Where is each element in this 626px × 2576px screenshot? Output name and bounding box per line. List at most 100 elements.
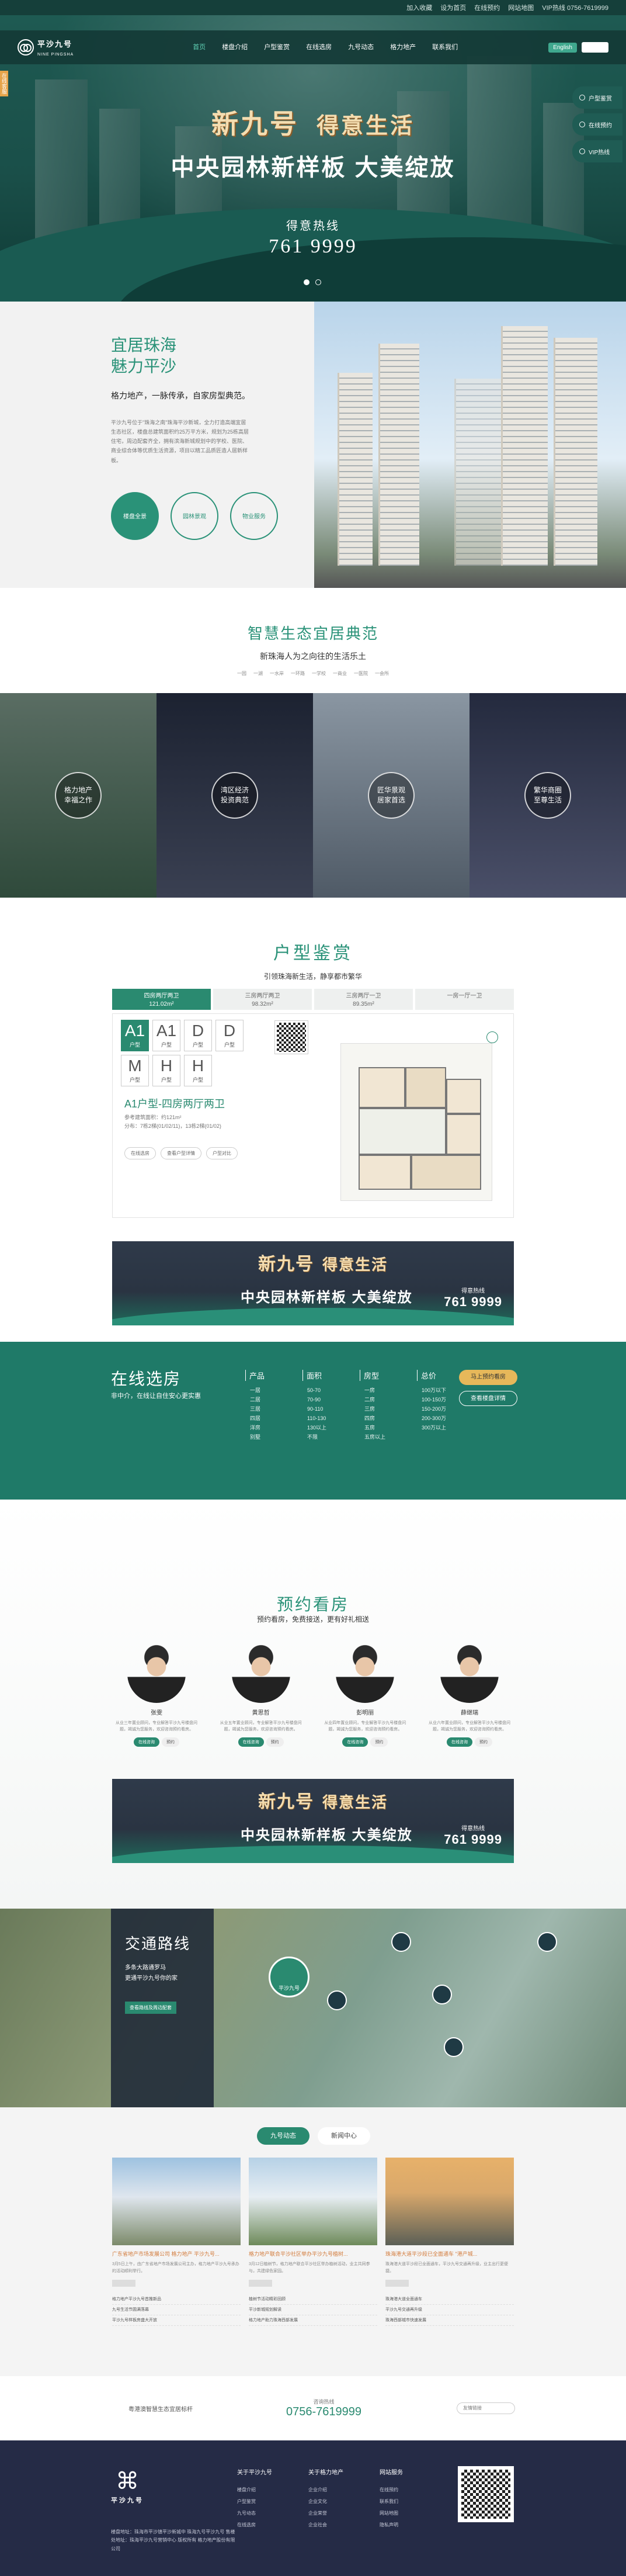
top-bar: 加入收藏 设为首页 在线预约 网站地图 VIP热线 0756-7619999 — [0, 0, 626, 15]
more-button[interactable] — [385, 2279, 409, 2287]
agent-avatar — [231, 1644, 290, 1703]
traffic-desc: 多条大路通罗马 更通平沙九号你的家 — [125, 1965, 178, 1982]
house-tab[interactable]: 三房两厅两卫 98.32m² — [213, 989, 312, 1010]
house-letter[interactable]: D 户型 — [184, 1020, 212, 1051]
map-pin-icon[interactable] — [537, 1932, 557, 1952]
search-input[interactable] — [582, 42, 608, 53]
topbar-link[interactable]: 在线预约 — [474, 3, 500, 12]
more-button[interactable] — [112, 2279, 135, 2287]
agent-consult-button[interactable]: 在线咨询 — [342, 1737, 368, 1747]
intro-button-garden[interactable]: 园林景观 — [171, 491, 218, 540]
carousel-dot[interactable] — [315, 279, 321, 285]
news-section: 九号动态 新闻中心 广东省地产市场发展公司 格力地产 平沙九号... 3月5日上… — [0, 2107, 626, 2376]
filter-column: 面积 50-70 70-90 90-110 110-130 130以上 不限 — [302, 1370, 343, 1442]
news-column: 格力地产联合平沙社区举办平沙九号植树... 3月12日植树节，格力地产联合平沙社… — [249, 2158, 377, 2326]
map-pin-icon[interactable] — [432, 1985, 452, 2004]
online-select-section: 在线选房 非中介，在线让自住安心更实惠 产品 一居 二居 三居 四居 洋房 别墅 面积 50-… — [0, 1342, 626, 1500]
view-details-button[interactable]: 查看楼盘详情 — [459, 1391, 517, 1406]
banner-hotline-number: 761 9999 — [444, 1294, 502, 1309]
news-tab[interactable]: 新闻中心 — [318, 2127, 370, 2145]
house-tab[interactable]: 四房两厅两卫 121.02m² — [112, 989, 211, 1010]
appointment-subtitle: 预约看房，免费接送，更有好礼相送 — [256, 1615, 369, 1623]
map-pin-icon[interactable] — [444, 2037, 464, 2057]
nav-house-types[interactable]: 户型鉴赏 — [256, 30, 298, 64]
traffic-title: 交通路线 — [125, 1936, 191, 1952]
news-tab[interactable]: 九号动态 — [257, 2127, 309, 2145]
nav-gree[interactable]: 格力地产 — [382, 30, 424, 64]
agent-consult-button[interactable]: 在线咨询 — [134, 1737, 159, 1747]
nav-intro[interactable]: 楼盘介绍 — [214, 30, 256, 64]
agent-book-button[interactable]: 预约 — [474, 1737, 492, 1747]
feature-panel[interactable]: 湾区经济 投资典范 — [156, 693, 313, 898]
side-float-tabs: 户型鉴赏 在线预约 VIP热线 — [572, 86, 622, 162]
traffic-info-box: 交通路线 多条大路通罗马 更通平沙九号你的家 查看路线及周边配套 — [111, 1909, 214, 2107]
agent-book-button[interactable]: 预约 — [266, 1737, 284, 1747]
intro-title: 宜居珠海 魅力平沙 — [111, 337, 177, 376]
topbar-link[interactable]: 网站地图 — [508, 3, 534, 12]
feature-panel[interactable]: 匠华景观 居家首选 — [313, 693, 470, 898]
agent-card: 彭明丽 从业四年置业顾问，专业解答平沙九号楼盘问题，竭诚为您服务，欢迎咨询预约看房… — [321, 1644, 409, 1747]
intro-button-service[interactable]: 物业服务 — [230, 491, 278, 540]
hero-slogan-b: 得意生活 — [316, 114, 415, 139]
news-headline[interactable]: 广东省地产市场发展公司 格力地产 平沙九号... — [112, 2250, 241, 2258]
house-letter[interactable]: H 户型 — [184, 1055, 212, 1086]
news-headline[interactable]: 珠海港大道平沙段已全面通车 "港产城... — [385, 2250, 514, 2258]
intro-button-panorama[interactable]: 楼盘全景 — [111, 491, 159, 540]
agent-book-button[interactable]: 预约 — [370, 1737, 388, 1747]
footer-logo[interactable]: ⌘ 平沙九号 — [111, 2467, 144, 2505]
footer-column: 关于格力地产 企业介绍 企业文化 企业荣誉 企业社会 — [308, 2470, 343, 2527]
footer-qr-code — [458, 2466, 514, 2522]
banner-slogan-b: 得意生活 — [322, 1256, 388, 1273]
contact-label: 咨询热线 — [313, 2399, 335, 2405]
book-visit-button[interactable]: 马上预约看房 — [459, 1370, 517, 1385]
house-letter[interactable]: A1 户型 — [152, 1020, 180, 1051]
side-tab-appointment[interactable]: 在线预约 — [572, 113, 622, 136]
promo-banner[interactable]: 新九号 得意生活 中央园林新样板 大美绽放 得意热线 761 9999 — [112, 1779, 514, 1863]
agent-consult-button[interactable]: 在线咨询 — [238, 1737, 264, 1747]
map-pin-icon[interactable] — [391, 1932, 411, 1952]
house-action[interactable]: 在线选房 — [124, 1147, 156, 1159]
online-service-tab[interactable]: 在线客服 — [0, 71, 8, 96]
feature-panel[interactable]: 繁华商圈 至尊生活 — [470, 693, 626, 898]
view-route-button[interactable]: 查看路线及周边配套 — [125, 2002, 176, 2014]
house-tab[interactable]: 一房一厅一卫 — [415, 989, 514, 1010]
house-action[interactable]: 查看户型详情 — [161, 1147, 201, 1159]
news-image[interactable] — [249, 2158, 377, 2245]
nav-online-select[interactable]: 在线选房 — [298, 30, 340, 64]
house-subtitle: 引领珠海新生活，静享都市繁华 — [263, 972, 362, 981]
house-letter[interactable]: D 户型 — [215, 1020, 244, 1051]
wisdom-title: 智慧生态宜居典范 — [247, 625, 378, 642]
carousel-dot[interactable] — [304, 279, 309, 285]
contact-number[interactable]: 0756-7619999 — [286, 2405, 361, 2418]
feature-panel[interactable]: 格力地产 幸福之作 — [0, 693, 156, 898]
agent-consult-button[interactable]: 在线咨询 — [446, 1737, 472, 1747]
news-headline[interactable]: 格力地产联合平沙社区举办平沙九号植树... — [249, 2250, 377, 2258]
house-tab[interactable]: 三房两厅一卫 89.35m² — [314, 989, 413, 1010]
language-button[interactable]: English — [548, 42, 577, 53]
wisdom-tags: 一园 一湖 一水岸 一环路 一学校 一商业 一医院 一会所 — [237, 671, 389, 676]
banner-hotline-label: 得意热线 — [461, 1288, 485, 1294]
nav-home[interactable]: 首页 — [185, 30, 214, 64]
house-letter[interactable]: H 户型 — [152, 1055, 180, 1086]
nav-contact[interactable]: 联系我们 — [424, 30, 466, 64]
agent-book-button[interactable]: 预约 — [162, 1737, 179, 1747]
map-pin-icon[interactable] — [327, 1990, 347, 2010]
nav-news[interactable]: 九号动态 — [340, 30, 382, 64]
topbar-link[interactable]: 加入收藏 — [406, 3, 432, 12]
more-button[interactable] — [249, 2279, 272, 2287]
site-logo[interactable]: 平沙九号 NINE PINGSHA — [18, 38, 74, 57]
promo-banner[interactable]: 新九号 得意生活 中央园林新样板 大美绽放 得意热线 761 9999 — [112, 1241, 514, 1325]
footer-address: 楼盘地址：珠海市平沙镇平沙新城中 珠海九号平沙九号 售楼处地址：珠海平沙九号营销… — [111, 2529, 235, 2551]
agent-desc: 从业五年置业顾问，专业解答平沙九号楼盘问题，竭诚为您服务，欢迎咨询预约看房。 — [220, 1721, 302, 1732]
house-letter[interactable]: A1 户型 — [121, 1020, 149, 1051]
project-location-pin[interactable]: 平沙九号 — [269, 1957, 309, 1997]
house-letter[interactable]: M 户型 — [121, 1055, 149, 1086]
news-image[interactable] — [112, 2158, 241, 2245]
topbar-link[interactable]: 设为首页 — [440, 3, 466, 12]
house-action[interactable]: 户型对比 — [206, 1147, 238, 1159]
side-tab-vip[interactable]: VIP热线 — [572, 140, 622, 162]
friend-links-select[interactable]: 友情链接 — [457, 2402, 515, 2414]
side-tab-house[interactable]: 户型鉴赏 — [572, 86, 622, 109]
news-image[interactable] — [385, 2158, 514, 2245]
wisdom-subtitle: 新珠海人为之向往的生活乐土 — [260, 653, 366, 662]
